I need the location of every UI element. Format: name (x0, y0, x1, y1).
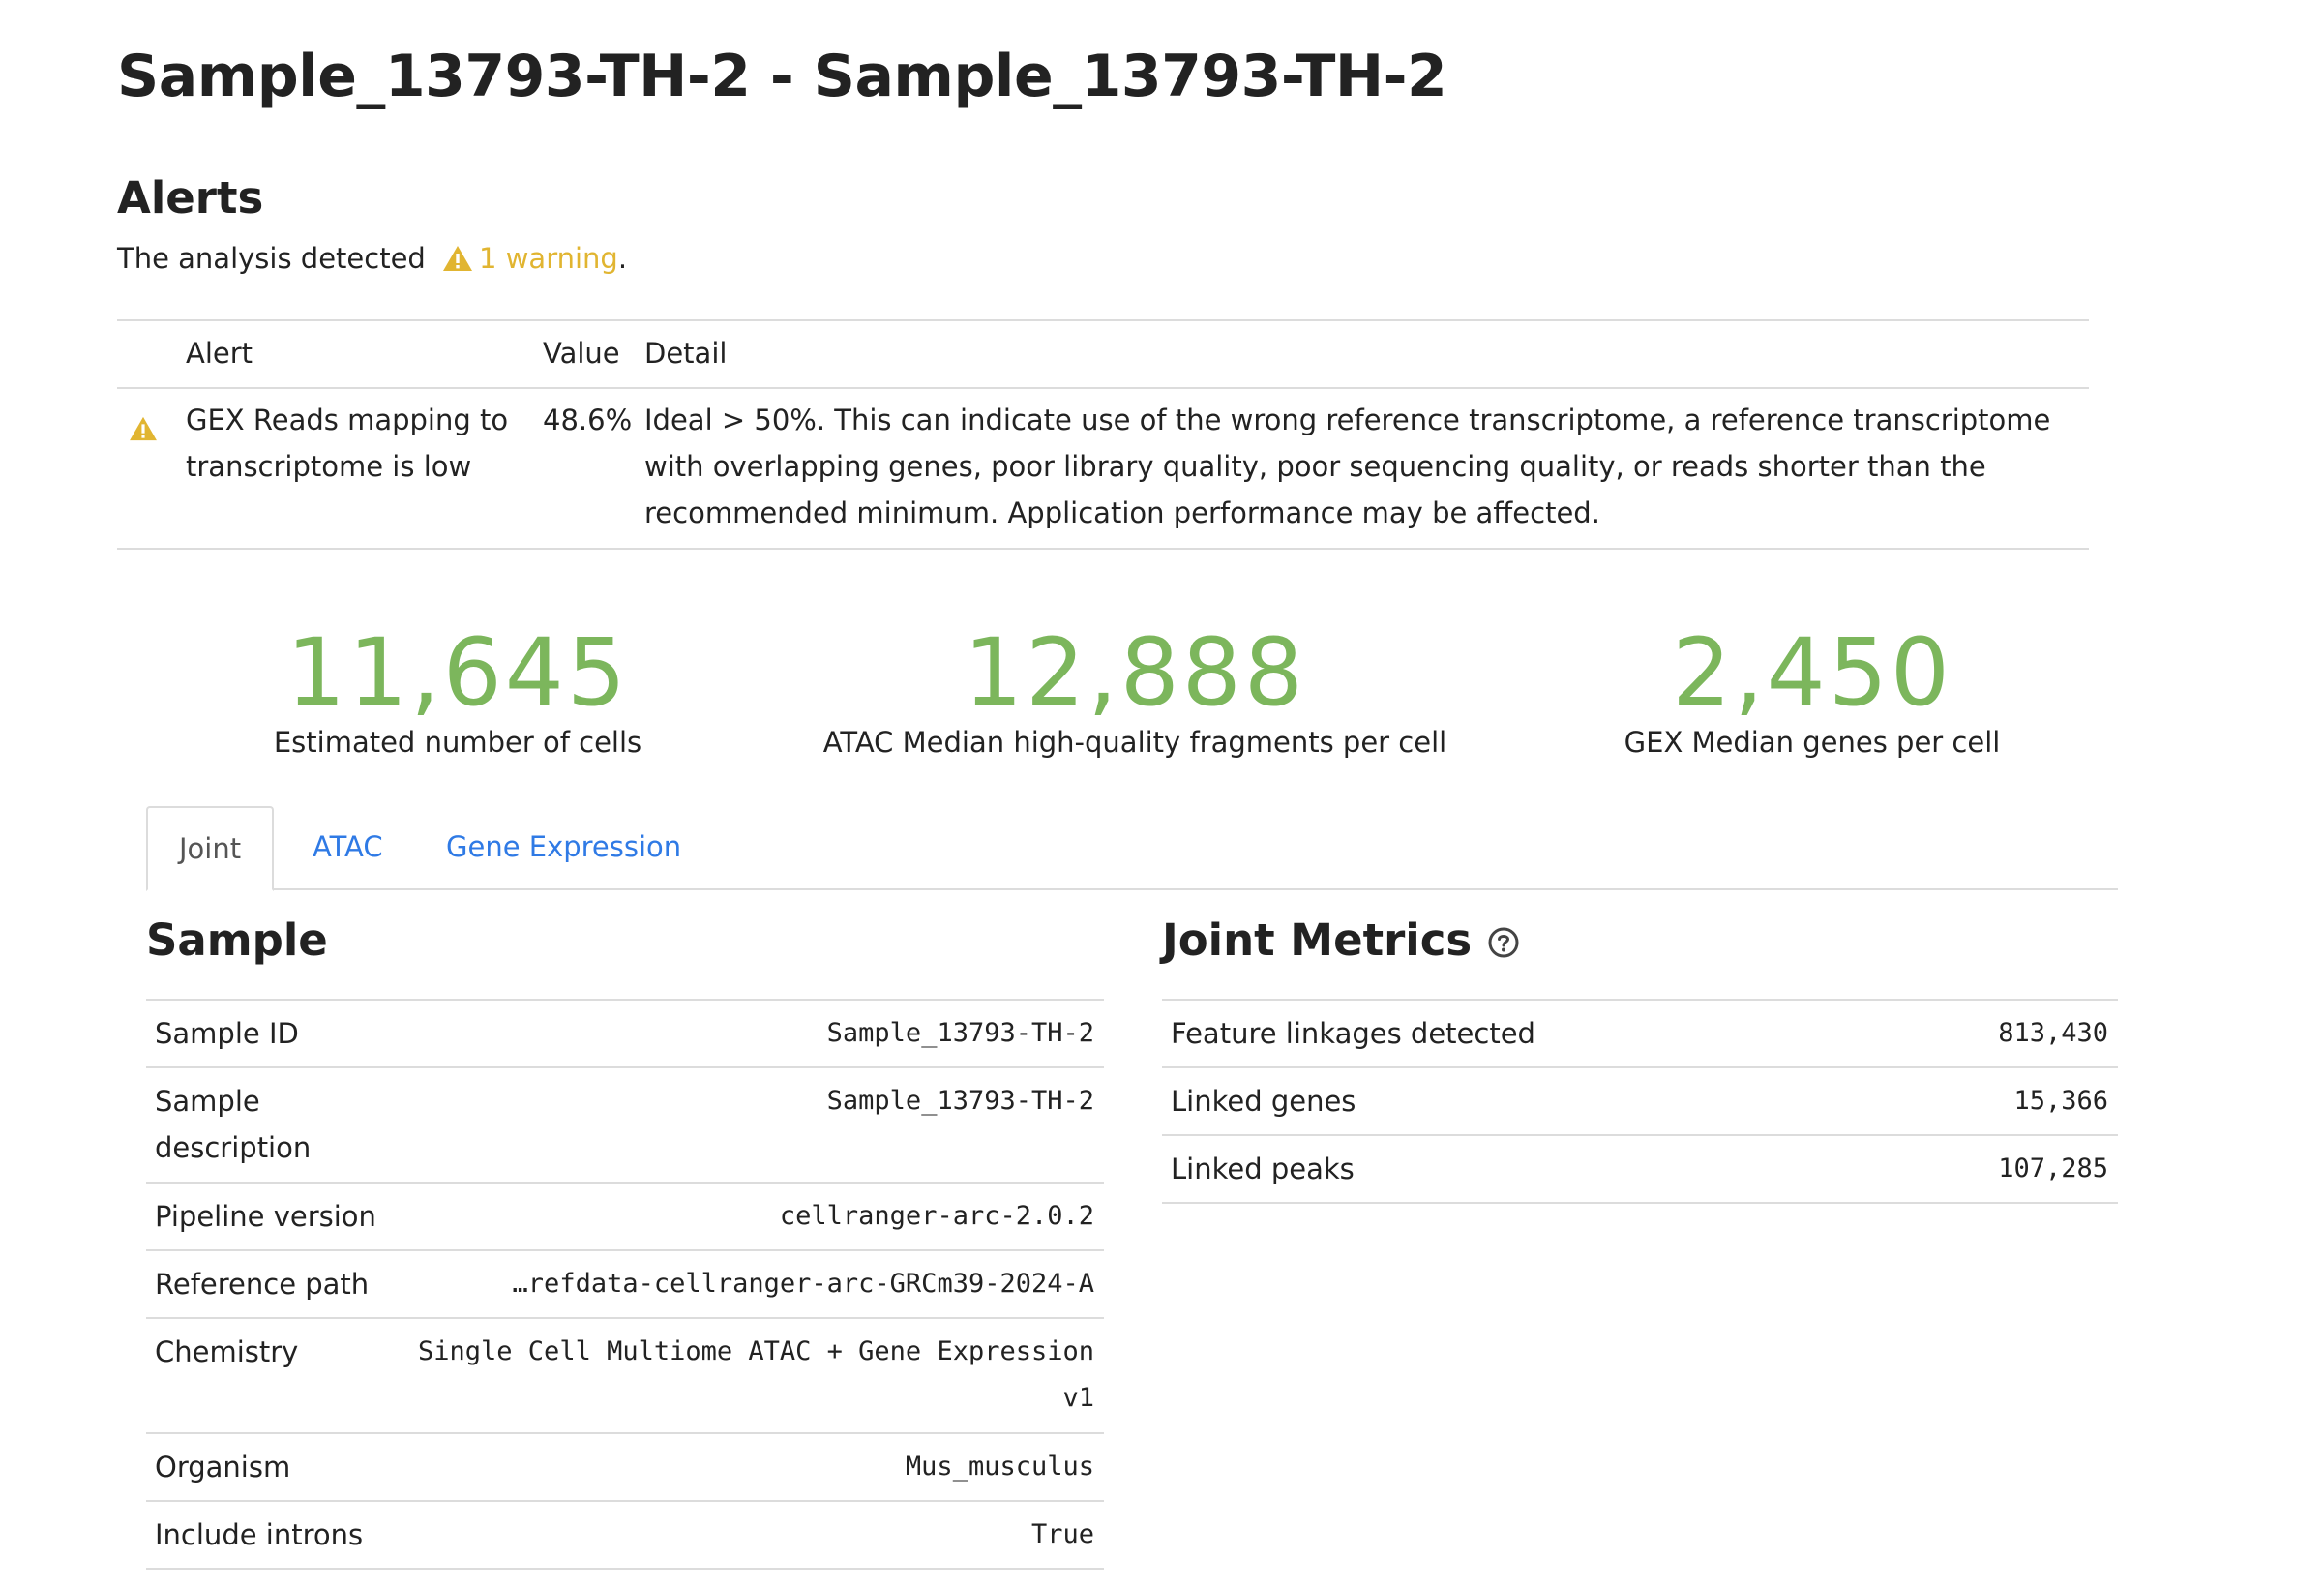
alert-row: GEX Reads mapping to transcriptome is lo… (117, 389, 2089, 548)
table-row: Sample ID Sample_13793-TH-2 (146, 999, 1104, 1066)
row-value: 15,366 (2013, 1086, 2108, 1116)
table-row: Linked genes 15,366 (1162, 1066, 2118, 1134)
row-key: Linked genes (1171, 1085, 1356, 1118)
row-key: Organism (155, 1451, 291, 1484)
table-row: Linked peaks 107,285 (1162, 1134, 2118, 1202)
question-circle-icon[interactable] (1487, 918, 1520, 970)
tab-atac[interactable]: ATAC (282, 806, 414, 887)
alerts-table: Alert Value Detail GEX Reads mapping to … (117, 319, 2089, 550)
tab-gene-expression[interactable]: Gene Expression (415, 806, 712, 887)
page-title: Sample_13793-TH-2 - Sample_13793-TH-2 (117, 43, 1447, 110)
sample-heading: Sample (146, 914, 328, 966)
table-row: Organism Mus_musculus (146, 1432, 1104, 1500)
headline-metric-gex-genes: 2,450 GEX Median genes per cell (1474, 619, 2151, 759)
row-key: Chemistry (155, 1335, 299, 1368)
headline-metric-value: 11,645 (286, 618, 629, 727)
row-value: True (1030, 1519, 1094, 1549)
joint-metrics-table: Feature linkages detected 813,430 Linked… (1162, 999, 2118, 1204)
headline-metric-value: 12,888 (964, 618, 1306, 727)
headline-metric-value: 2,450 (1672, 618, 1952, 727)
alert-name: GEX Reads mapping to transcriptome is lo… (186, 404, 509, 483)
row-value: Single Cell Multiome ATAC + Gene Express… (418, 1336, 1094, 1413)
tab-joint[interactable]: Joint (146, 806, 275, 891)
alert-value: 48.6% (543, 404, 633, 436)
row-key: Pipeline version (155, 1200, 376, 1233)
warning-icon (442, 245, 473, 279)
row-value: 813,430 (1998, 1018, 2108, 1048)
table-row: Chemistry Single Cell Multiome ATAC + Ge… (146, 1317, 1104, 1432)
row-key: Sample ID (155, 1017, 299, 1050)
table-row: Reference path …refdata-cellranger-arc-G… (146, 1249, 1104, 1317)
row-value: Sample_13793-TH-2 (826, 1086, 1094, 1116)
alert-column-header: Alert (186, 337, 253, 370)
sample-table: Sample ID Sample_13793-TH-2 Sample descr… (146, 999, 1104, 1570)
headline-metric-label: ATAC Median high-quality fragments per c… (822, 726, 1447, 759)
warning-count-link[interactable]: 1 warning (479, 242, 618, 275)
detail-column-header: Detail (644, 337, 728, 370)
row-key: Linked peaks (1171, 1153, 1355, 1185)
row-key: Include introns (155, 1518, 364, 1551)
row-key: Sample description (155, 1085, 312, 1164)
value-column-header: Value (543, 337, 620, 370)
joint-metrics-heading: Joint Metrics (1162, 914, 1473, 966)
alerts-table-header: Alert Value Detail (117, 321, 2089, 389)
alerts-summary-text: The analysis detected (117, 242, 426, 275)
alert-detail: Ideal > 50%. This can indicate use of th… (644, 404, 2051, 529)
row-value: Mus_musculus (905, 1452, 1094, 1482)
warning-icon (129, 408, 158, 455)
table-row: Feature linkages detected 813,430 (1162, 999, 2118, 1066)
headline-metric-cells: 11,645 Estimated number of cells (119, 619, 796, 759)
headline-metric-atac-fragments: 12,888 ATAC Median high-quality fragment… (796, 619, 1474, 759)
table-row: Include introns True (146, 1500, 1104, 1568)
row-value: …refdata-cellranger-arc-GRCm39-2024-A (512, 1269, 1094, 1299)
alerts-heading: Alerts (117, 172, 264, 224)
row-value: cellranger-arc-2.0.2 (779, 1201, 1094, 1231)
tab-bar: Joint ATAC Gene Expression (146, 806, 2118, 891)
row-key: Reference path (155, 1268, 370, 1301)
web-summary-page: Sample_13793-TH-2 - Sample_13793-TH-2 Al… (0, 0, 2324, 1589)
headline-metric-label: GEX Median genes per cell (1624, 726, 2001, 759)
alerts-summary-suffix: . (617, 242, 628, 275)
row-value: Sample_13793-TH-2 (826, 1018, 1094, 1048)
row-key: Feature linkages detected (1171, 1017, 1535, 1050)
table-row: Pipeline version cellranger-arc-2.0.2 (146, 1182, 1104, 1249)
joint-metrics-header: Joint Metrics (1162, 914, 1520, 970)
row-value: 107,285 (1998, 1154, 2108, 1184)
table-row: Sample description Sample_13793-TH-2 (146, 1066, 1104, 1182)
alerts-summary: The analysis detected 1 warning. (117, 242, 627, 279)
headline-metric-label: Estimated number of cells (273, 726, 642, 759)
